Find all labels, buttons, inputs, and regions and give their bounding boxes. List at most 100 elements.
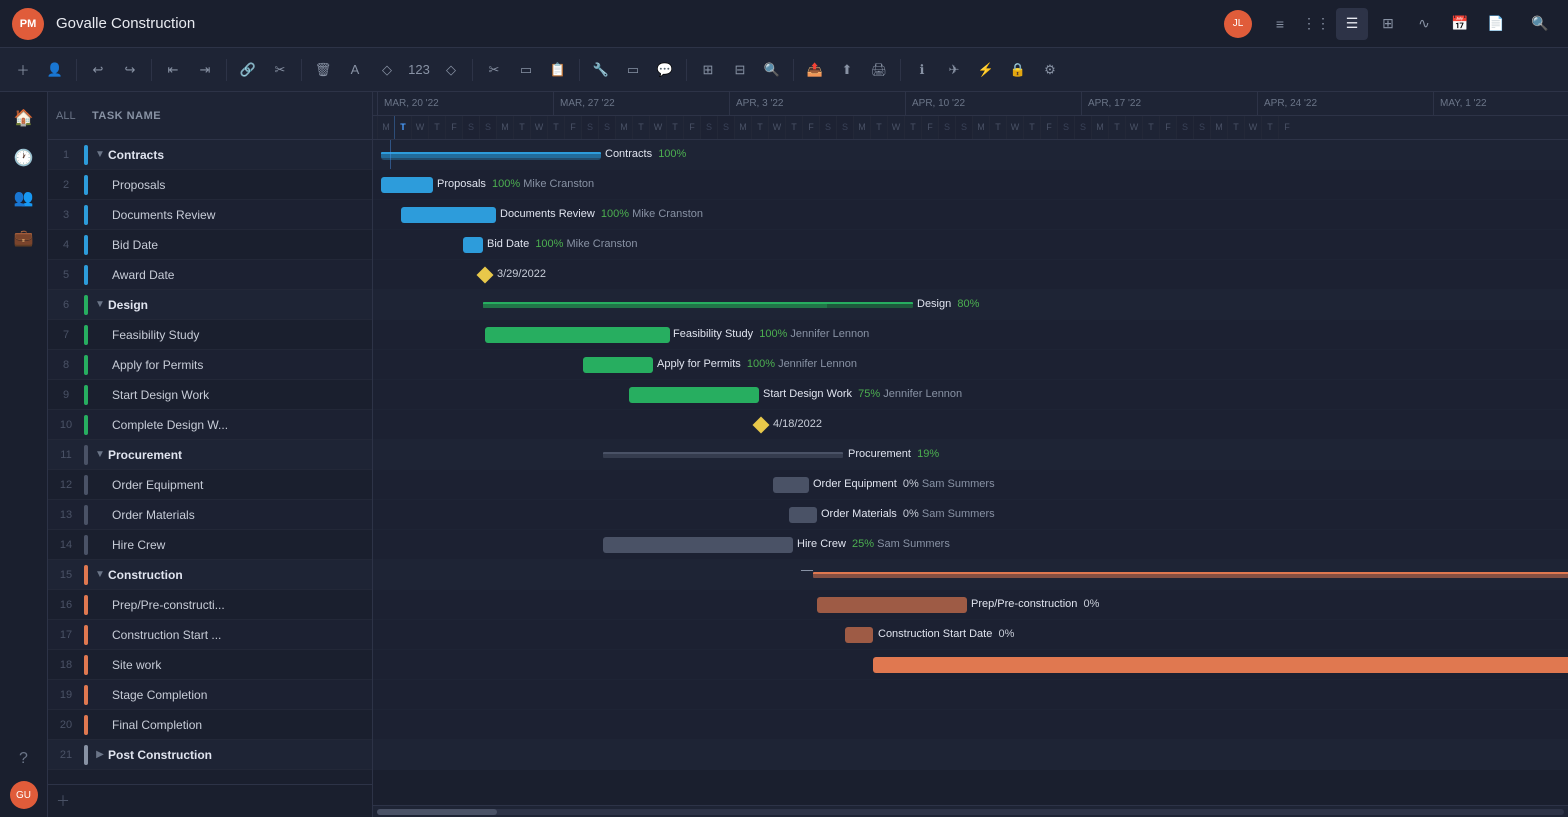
day-cell: S	[598, 116, 615, 139]
nav-doc-icon[interactable]: 📄	[1480, 8, 1512, 40]
feasibility-bar[interactable]	[485, 327, 670, 343]
permits-bar[interactable]	[583, 357, 653, 373]
add-user-button[interactable]: 👤	[40, 55, 70, 85]
award-date-diamond[interactable]	[477, 267, 494, 284]
export-button[interactable]: 📤	[800, 55, 830, 85]
indent-button[interactable]: ⇥	[190, 55, 220, 85]
date-label: APR, 10 '22	[912, 98, 965, 109]
task-row[interactable]: 15 ▼ Construction	[48, 560, 372, 590]
rect-button[interactable]: ▭	[511, 55, 541, 85]
settings-button[interactable]: ⚙	[1035, 55, 1065, 85]
order-materials-bar[interactable]	[789, 507, 817, 523]
row-color-indicator	[84, 715, 88, 735]
order-equipment-bar[interactable]	[773, 477, 809, 493]
task-row[interactable]: 6 ▼ Design	[48, 290, 372, 320]
gantt-row-9: Start Design Work 75% Jennifer Lennon	[373, 380, 1568, 410]
zoom-button[interactable]: 🔍	[757, 55, 787, 85]
comment-button[interactable]: 💬	[650, 55, 680, 85]
nav-chart-icon[interactable]: ∿	[1408, 8, 1440, 40]
site-work-bar[interactable]	[873, 657, 1568, 673]
info-button[interactable]: ℹ	[907, 55, 937, 85]
merge-button[interactable]: ⊟	[725, 55, 755, 85]
task-row[interactable]: 11 ▼ Procurement	[48, 440, 372, 470]
outdent-button[interactable]: ⇤	[158, 55, 188, 85]
link-button[interactable]: 🔗	[233, 55, 263, 85]
task-row[interactable]: 21 ▶ Post Construction	[48, 740, 372, 770]
upload-button[interactable]: ⬆	[832, 55, 862, 85]
scissors-button[interactable]: ✂	[479, 55, 509, 85]
contracts-label: Contracts 100%	[605, 148, 686, 160]
nav-grid-icon[interactable]: ⊞	[1372, 8, 1404, 40]
construction-parent-bar[interactable]	[813, 572, 1568, 578]
redo-button[interactable]: ↪	[115, 55, 145, 85]
split-button[interactable]: ⊞	[693, 55, 723, 85]
undo-button[interactable]: ↩	[83, 55, 113, 85]
task-row[interactable]: 13 Order Materials	[48, 500, 372, 530]
expand-icon[interactable]: ▶	[92, 747, 108, 763]
docs-review-bar[interactable]	[401, 207, 496, 223]
task-row[interactable]: 16 Prep/Pre-constructi...	[48, 590, 372, 620]
divider-2	[151, 59, 152, 81]
sidebar-user-icon[interactable]: GU	[10, 781, 38, 809]
clipboard-button[interactable]: 📋	[543, 55, 573, 85]
delete-button[interactable]: 🗑	[308, 55, 338, 85]
hire-crew-bar[interactable]	[603, 537, 793, 553]
print-button[interactable]: 🖨	[864, 55, 894, 85]
expand-icon[interactable]: ▼	[92, 147, 108, 163]
task-row[interactable]: 9 Start Design Work	[48, 380, 372, 410]
number-button[interactable]: 123	[404, 55, 434, 85]
filter-button[interactable]: ⚡	[971, 55, 1001, 85]
task-row[interactable]: 14 Hire Crew	[48, 530, 372, 560]
task-row[interactable]: 8 Apply for Permits	[48, 350, 372, 380]
task-row[interactable]: 18 Site work	[48, 650, 372, 680]
nav-list-icon[interactable]: ≡	[1264, 8, 1296, 40]
sidebar-home-icon[interactable]: 🏠	[6, 100, 42, 136]
day-cell: W	[530, 116, 547, 139]
user-avatar[interactable]: JL	[1224, 10, 1252, 38]
send-button[interactable]: ✈	[939, 55, 969, 85]
expand-icon[interactable]: ▼	[92, 297, 108, 313]
nav-gantt-icon[interactable]: ☰	[1336, 8, 1368, 40]
row-color-indicator	[84, 385, 88, 405]
bar-button[interactable]: ▭	[618, 55, 648, 85]
shape-button[interactable]: ◇	[372, 55, 402, 85]
task-row[interactable]: 10 Complete Design W...	[48, 410, 372, 440]
sidebar-people-icon[interactable]: 👥	[6, 180, 42, 216]
task-row[interactable]: 20 Final Completion	[48, 710, 372, 740]
task-row[interactable]: 5 Award Date	[48, 260, 372, 290]
bid-date-bar[interactable]	[463, 237, 483, 253]
task-row[interactable]: 7 Feasibility Study	[48, 320, 372, 350]
task-row[interactable]: 1 ▼ Contracts	[48, 140, 372, 170]
procurement-parent-bar[interactable]	[603, 452, 843, 458]
expand-icon[interactable]: ▼	[92, 447, 108, 463]
gantt-row-5: 3/29/2022	[373, 260, 1568, 290]
construction-start-bar[interactable]	[845, 627, 873, 643]
nav-columns-icon[interactable]: ⋮⋮	[1300, 8, 1332, 40]
expand-icon[interactable]: ▼	[92, 567, 108, 583]
diamond-button[interactable]: ◇	[436, 55, 466, 85]
search-button[interactable]: 🔍	[1524, 8, 1556, 40]
task-row[interactable]: 4 Bid Date	[48, 230, 372, 260]
unlink-button[interactable]: ✂	[265, 55, 295, 85]
task-row[interactable]: 17 Construction Start ...	[48, 620, 372, 650]
sidebar-work-icon[interactable]: 💼	[6, 220, 42, 256]
prep-bar[interactable]	[817, 597, 967, 613]
task-row[interactable]: 2 Proposals	[48, 170, 372, 200]
text-button[interactable]: A	[340, 55, 370, 85]
gantt-scrollbar[interactable]	[373, 805, 1568, 817]
nav-calendar-icon[interactable]: 📅	[1444, 8, 1476, 40]
divider-9	[900, 59, 901, 81]
sidebar-recent-icon[interactable]: 🕐	[6, 140, 42, 176]
tools-button[interactable]: 🔧	[586, 55, 616, 85]
scrollbar-thumb[interactable]	[377, 809, 497, 815]
add-row-button[interactable]: ＋	[48, 784, 372, 817]
proposals-bar[interactable]	[381, 177, 433, 193]
lock-button[interactable]: 🔒	[1003, 55, 1033, 85]
sidebar-help-icon[interactable]: ?	[6, 741, 42, 777]
task-row[interactable]: 19 Stage Completion	[48, 680, 372, 710]
task-row[interactable]: 3 Documents Review	[48, 200, 372, 230]
add-button[interactable]: ＋	[8, 55, 38, 85]
complete-design-diamond[interactable]	[753, 417, 770, 434]
start-design-bar[interactable]	[629, 387, 759, 403]
task-row[interactable]: 12 Order Equipment	[48, 470, 372, 500]
